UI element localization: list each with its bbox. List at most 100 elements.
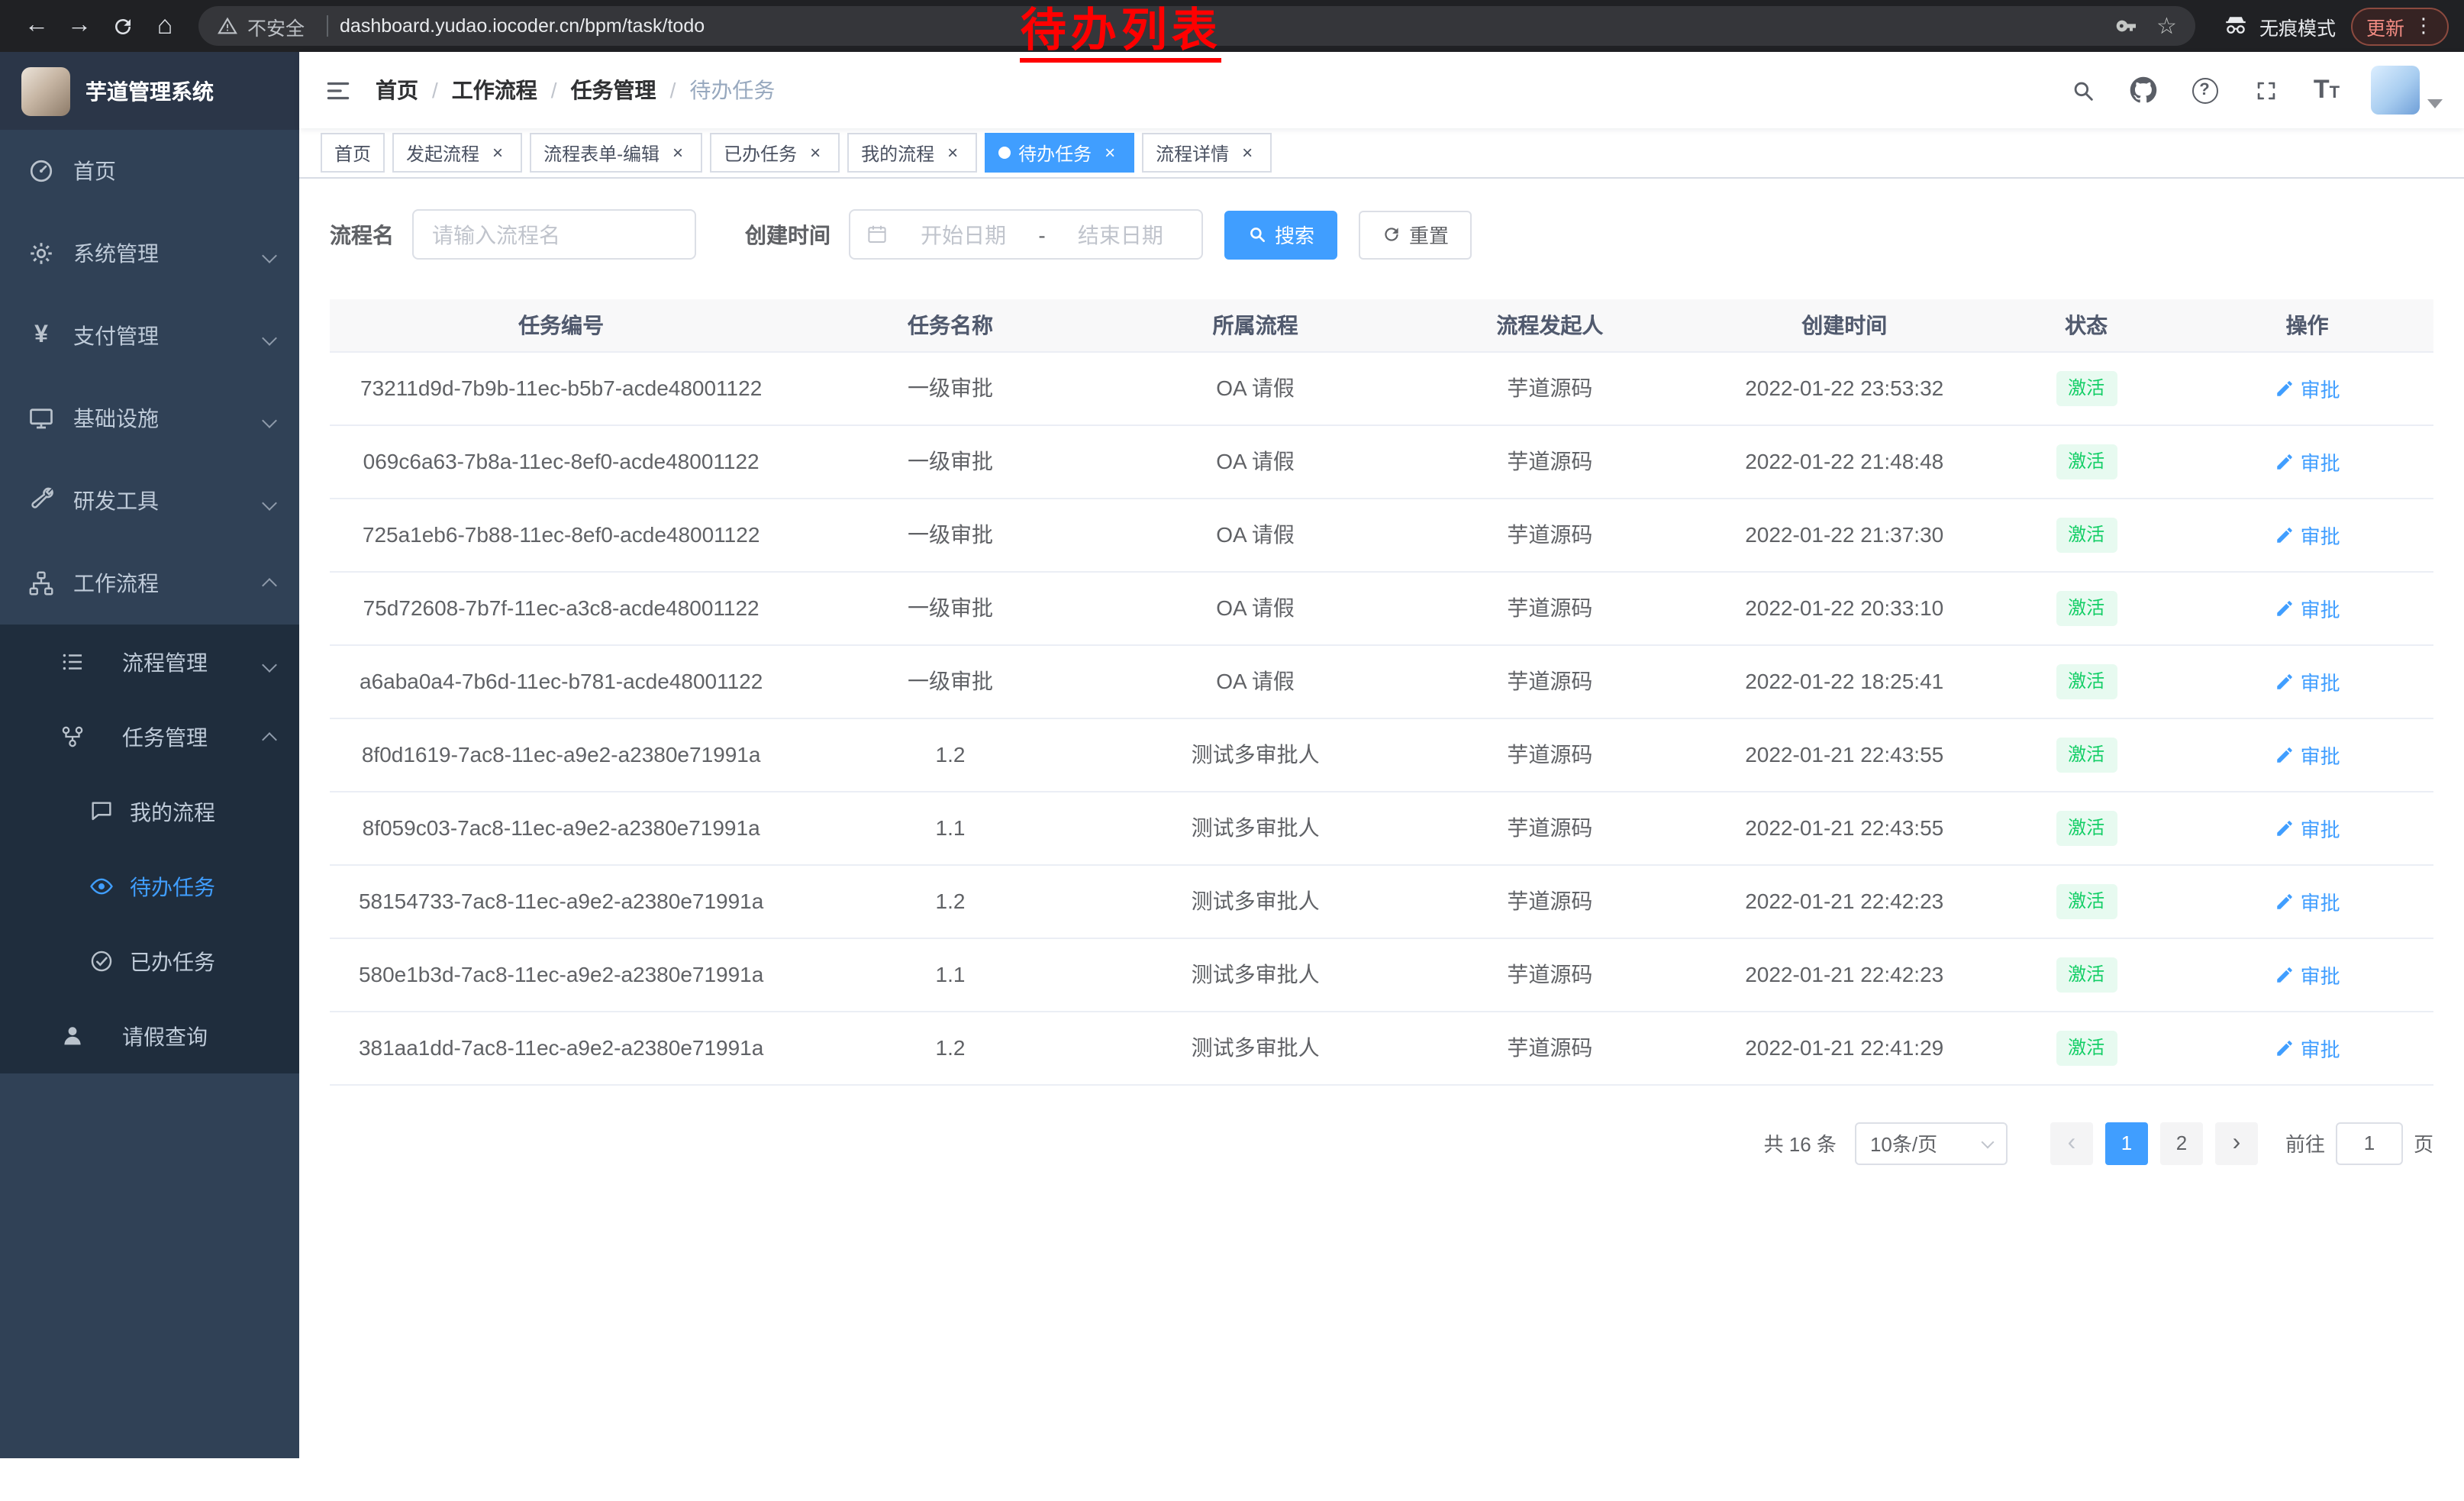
key-icon[interactable] <box>2114 14 2138 38</box>
sidebar-collapse-button[interactable] <box>299 52 376 128</box>
github-button[interactable] <box>2117 64 2169 116</box>
incognito-icon <box>2223 13 2249 39</box>
sidebar-item-leave-query[interactable]: 请假查询 <box>0 999 299 1073</box>
table-row: 58154733-7ac8-11ec-a9e2-a2380e71991a 1.2… <box>330 864 2433 938</box>
tab-done-task[interactable]: 已办任务× <box>710 133 840 173</box>
bookmark-star-icon[interactable]: ☆ <box>2156 12 2177 40</box>
process-cell: OA 请假 <box>1108 351 1403 424</box>
chevron-down-icon <box>264 241 275 266</box>
page-button-1[interactable]: 1 <box>2105 1122 2148 1164</box>
sidebar-item-workflow[interactable]: 工作流程 <box>0 542 299 625</box>
chevron-down-icon <box>264 324 275 348</box>
goto-page-input[interactable] <box>2336 1122 2403 1164</box>
close-icon[interactable]: × <box>1099 142 1121 163</box>
breadcrumb-workflow[interactable]: 工作流程 <box>452 75 537 105</box>
close-icon[interactable]: × <box>805 142 826 163</box>
approve-link[interactable]: 审批 <box>2275 373 2340 402</box>
close-icon[interactable]: × <box>487 142 508 163</box>
close-icon[interactable]: × <box>942 142 963 163</box>
status-cell: 激活 <box>1992 938 2181 1011</box>
security-label: 不安全 <box>247 11 305 40</box>
approve-link[interactable]: 审批 <box>2275 813 2340 842</box>
column-header: 状态 <box>1992 299 2181 351</box>
task-mgmt-submenu: 我的流程 待办任务 已办任务 <box>0 774 299 999</box>
hamburger-icon <box>323 76 352 105</box>
tab-todo-task[interactable]: 待办任务 × <box>985 133 1134 173</box>
help-button[interactable]: ? <box>2179 64 2230 116</box>
update-button[interactable]: 更新 ⋮ <box>2351 7 2449 45</box>
chevron-up-icon <box>264 725 275 749</box>
home-button[interactable]: ⌂ <box>144 5 186 47</box>
sidebar-logo[interactable]: 芋道管理系统 <box>0 52 299 130</box>
chevron-down-icon <box>264 406 275 431</box>
edit-icon <box>2275 598 2295 618</box>
font-size-button[interactable]: TT <box>2301 64 2353 116</box>
reset-button[interactable]: 重置 <box>1359 210 1472 259</box>
sidebar-item-infrastructure[interactable]: 基础设施 <box>0 377 299 460</box>
approve-link[interactable]: 审批 <box>2275 667 2340 696</box>
sidebar-item-process-mgmt[interactable]: 流程管理 <box>0 625 299 699</box>
sidebar-item-payment[interactable]: ¥ 支付管理 <box>0 295 299 377</box>
page-button-2[interactable]: 2 <box>2160 1122 2203 1164</box>
sidebar-item-task-mgmt[interactable]: 任务管理 <box>0 699 299 774</box>
tab-process-form-edit[interactable]: 流程表单-编辑× <box>530 133 702 173</box>
list-icon <box>58 648 85 676</box>
process-cell: 测试多审批人 <box>1108 1011 1403 1084</box>
breadcrumb-home[interactable]: 首页 <box>376 75 418 105</box>
update-label: 更新 <box>2366 11 2404 40</box>
start-date-placeholder: 开始日期 <box>898 219 1029 250</box>
date-range-picker[interactable]: 开始日期 - 结束日期 <box>849 209 1203 260</box>
sidebar-item-label: 研发工具 <box>73 486 159 516</box>
sidebar-item-home[interactable]: 首页 <box>0 130 299 212</box>
task-name-cell: 1.2 <box>792 864 1108 938</box>
sidebar-item-todo-task[interactable]: 待办任务 <box>0 849 299 924</box>
process-cell: OA 请假 <box>1108 424 1403 498</box>
sidebar-item-devtools[interactable]: 研发工具 <box>0 460 299 542</box>
process-name-input[interactable] <box>412 209 696 260</box>
sidebar-item-my-process[interactable]: 我的流程 <box>0 774 299 849</box>
tab-label: 待办任务 <box>1018 140 1092 166</box>
user-menu[interactable] <box>2371 66 2443 115</box>
menu-dots-icon[interactable]: ⋮ <box>2414 14 2433 38</box>
close-icon[interactable]: × <box>1237 142 1258 163</box>
breadcrumb: 首页 / 工作流程 / 任务管理 / 待办任务 <box>376 75 775 105</box>
question-icon: ? <box>2191 77 2217 103</box>
fullscreen-icon <box>2253 77 2279 103</box>
search-button[interactable] <box>2056 64 2108 116</box>
approve-link[interactable]: 审批 <box>2275 593 2340 622</box>
status-badge: 激活 <box>2056 590 2117 625</box>
back-button[interactable]: ← <box>15 5 58 47</box>
approve-link[interactable]: 审批 <box>2275 447 2340 476</box>
approve-link[interactable]: 审批 <box>2275 960 2340 989</box>
status-badge: 激活 <box>2056 883 2117 918</box>
reload-button[interactable] <box>101 5 144 47</box>
task-name-cell: 一级审批 <box>792 424 1108 498</box>
sidebar-item-done-task[interactable]: 已办任务 <box>0 924 299 999</box>
search-icon <box>2069 77 2095 103</box>
range-separator: - <box>1038 222 1045 247</box>
prev-page-button[interactable]: ‹ <box>2050 1122 2093 1164</box>
approve-link[interactable]: 审批 <box>2275 740 2340 769</box>
search-button-filter[interactable]: 搜索 <box>1224 210 1337 259</box>
sidebar-item-system[interactable]: 系统管理 <box>0 212 299 295</box>
tab-home[interactable]: 首页 <box>321 133 385 173</box>
next-page-button[interactable]: › <box>2215 1122 2258 1164</box>
status-cell: 激活 <box>1992 498 2181 571</box>
tab-start-process[interactable]: 发起流程× <box>392 133 522 173</box>
status-cell: 激活 <box>1992 351 2181 424</box>
avatar[interactable] <box>2371 66 2420 115</box>
forward-button[interactable]: → <box>58 5 101 47</box>
table-row: 069c6a63-7b8a-11ec-8ef0-acde48001122 一级审… <box>330 424 2433 498</box>
yen-icon: ¥ <box>27 322 55 350</box>
approve-link[interactable]: 审批 <box>2275 520 2340 549</box>
breadcrumb-task-mgmt[interactable]: 任务管理 <box>571 75 656 105</box>
tab-my-process[interactable]: 我的流程× <box>847 133 977 173</box>
fullscreen-button[interactable] <box>2240 64 2291 116</box>
initiator-cell: 芋道源码 <box>1403 351 1698 424</box>
chat-icon <box>87 798 114 825</box>
approve-link[interactable]: 审批 <box>2275 1033 2340 1062</box>
page-size-select[interactable]: 10条/页 <box>1855 1122 2008 1164</box>
tab-process-detail[interactable]: 流程详情× <box>1142 133 1272 173</box>
close-icon[interactable]: × <box>667 142 689 163</box>
approve-link[interactable]: 审批 <box>2275 886 2340 915</box>
